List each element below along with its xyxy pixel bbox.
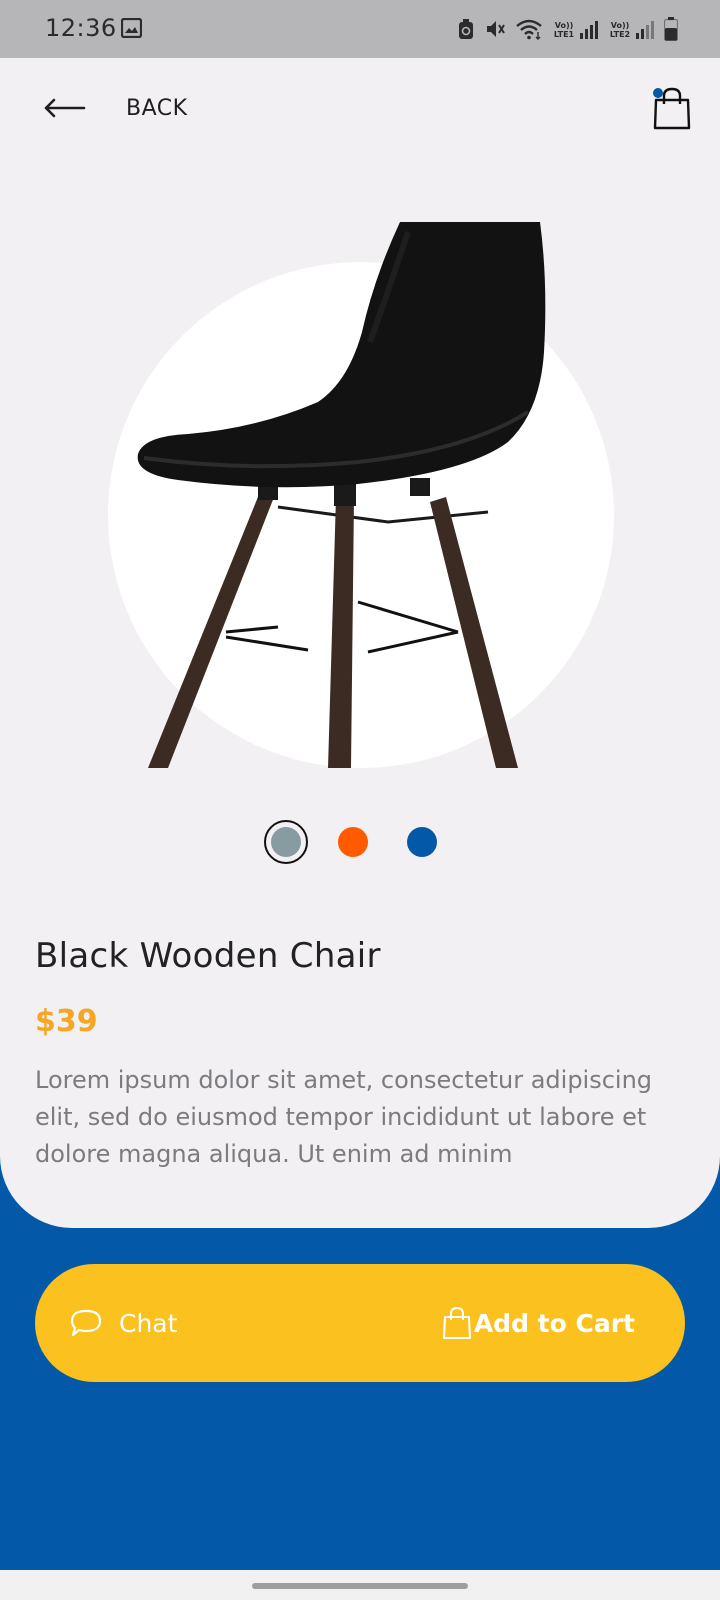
mute-icon bbox=[487, 21, 505, 37]
sim1-tag: Vo)) LTE1 bbox=[553, 21, 575, 39]
status-time: 12:36 bbox=[45, 14, 117, 42]
back-button[interactable]: BACK bbox=[42, 86, 212, 130]
chat-label: Chat bbox=[119, 1308, 178, 1338]
color-option-gray[interactable] bbox=[264, 820, 308, 864]
signal-lte2-icon: Vo)) LTE2 bbox=[608, 19, 655, 39]
color-swatch-blue bbox=[407, 827, 437, 857]
chat-bubble-icon bbox=[70, 1309, 102, 1337]
product-description: Lorem ipsum dolor sit amet, consectetur … bbox=[35, 1066, 653, 1168]
image-icon bbox=[121, 18, 142, 38]
product-image bbox=[137, 222, 546, 768]
action-bar: Chat Add to Cart bbox=[35, 1264, 685, 1382]
status-icons: Vo)) LTE1 Vo)) LTE2 bbox=[457, 14, 678, 44]
battery-icon bbox=[664, 17, 678, 41]
arrow-left-icon bbox=[44, 98, 86, 118]
chat-button[interactable]: Chat bbox=[69, 1300, 177, 1346]
color-option-blue[interactable] bbox=[400, 820, 444, 864]
product-detail-screen: 12:36 Vo)) LTE1 Vo)) LTE2 BACK Black Woo… bbox=[0, 0, 720, 1600]
shopping-bag-icon[interactable] bbox=[652, 86, 692, 130]
back-label: BACK bbox=[126, 95, 188, 121]
color-swatch-gray bbox=[271, 827, 301, 857]
product-price: $39 bbox=[35, 1004, 98, 1039]
product-name: Black Wooden Chair bbox=[35, 936, 381, 976]
sim2-tag: Vo)) LTE2 bbox=[609, 21, 631, 39]
add-to-cart-button[interactable]: Add to Cart bbox=[442, 1298, 635, 1348]
color-option-orange[interactable] bbox=[331, 820, 375, 864]
signal-lte1-icon: Vo)) LTE1 bbox=[552, 19, 599, 39]
add-to-cart-label: Add to Cart bbox=[473, 1308, 635, 1338]
color-swatch-orange bbox=[338, 827, 368, 857]
status-bar: 12:36 Vo)) LTE1 Vo)) LTE2 bbox=[0, 0, 720, 58]
alarm-icon bbox=[459, 19, 473, 39]
wifi-icon bbox=[516, 19, 542, 40]
shopping-bag-icon bbox=[442, 1306, 471, 1339]
home-indicator[interactable] bbox=[252, 1583, 468, 1589]
